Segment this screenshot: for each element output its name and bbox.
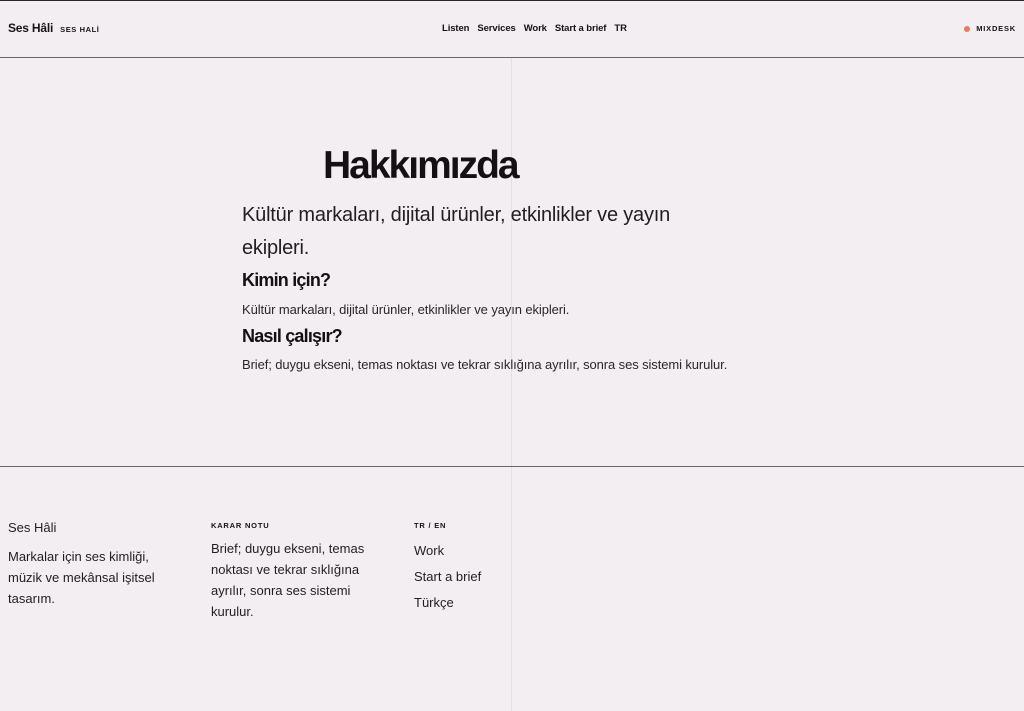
footer-note-label: KARAR NOTU (211, 521, 270, 530)
section-text-how: Brief; duygu ekseni, temas noktası ve te… (242, 357, 728, 372)
mixdesk-label: MIXDESK (976, 24, 1016, 33)
nav-work[interactable]: Work (524, 23, 547, 34)
section-text-who: Kültür markaları, dijital ürünler, etkin… (242, 302, 570, 317)
status-dot-icon (964, 25, 971, 32)
nav-start-a-brief[interactable]: Start a brief (555, 23, 607, 34)
nav-language-tr[interactable]: TR (614, 23, 627, 34)
nav-listen[interactable]: Listen (442, 23, 469, 34)
mixdesk-button[interactable]: MIXDESK (964, 24, 1016, 33)
about-section: Hakkımızda Kültür markaları, dijital ürü… (0, 58, 1024, 466)
lead-text: Kültür markaları, dijital ürünler, etkin… (242, 204, 671, 259)
footer-links: Work Start a brief Türkçe (414, 538, 481, 616)
brand-logo[interactable]: Ses Hâli SES HALİ (8, 21, 99, 35)
footer-link-start-a-brief[interactable]: Start a brief (414, 564, 481, 590)
brand-name: Ses Hâli (8, 21, 54, 35)
nav-services[interactable]: Services (477, 23, 515, 34)
footer-link-work[interactable]: Work (414, 538, 481, 564)
site-header: Ses Hâli SES HALİ Listen Services Work S… (0, 1, 1024, 58)
main-nav: Listen Services Work Start a brief TR (442, 23, 627, 34)
brand-tagline: SES HALİ (60, 25, 100, 34)
page-title: Hakkımızda (323, 144, 520, 187)
section-heading-who: Kimin için? (242, 270, 331, 290)
footer-description: Markalar için ses kimliği, müzik ve mekâ… (8, 549, 155, 606)
section-heading-how: Nasıl çalışır? (242, 326, 343, 346)
site-footer: Ses Hâli Markalar için ses kimliği, müzi… (0, 466, 1024, 711)
footer-note-text: Brief; duygu ekseni, temas noktası ve te… (211, 541, 365, 619)
footer-brand: Ses Hâli (8, 520, 57, 535)
footer-links-label: TR / EN (414, 521, 447, 530)
footer-link-turkce[interactable]: Türkçe (414, 590, 481, 616)
